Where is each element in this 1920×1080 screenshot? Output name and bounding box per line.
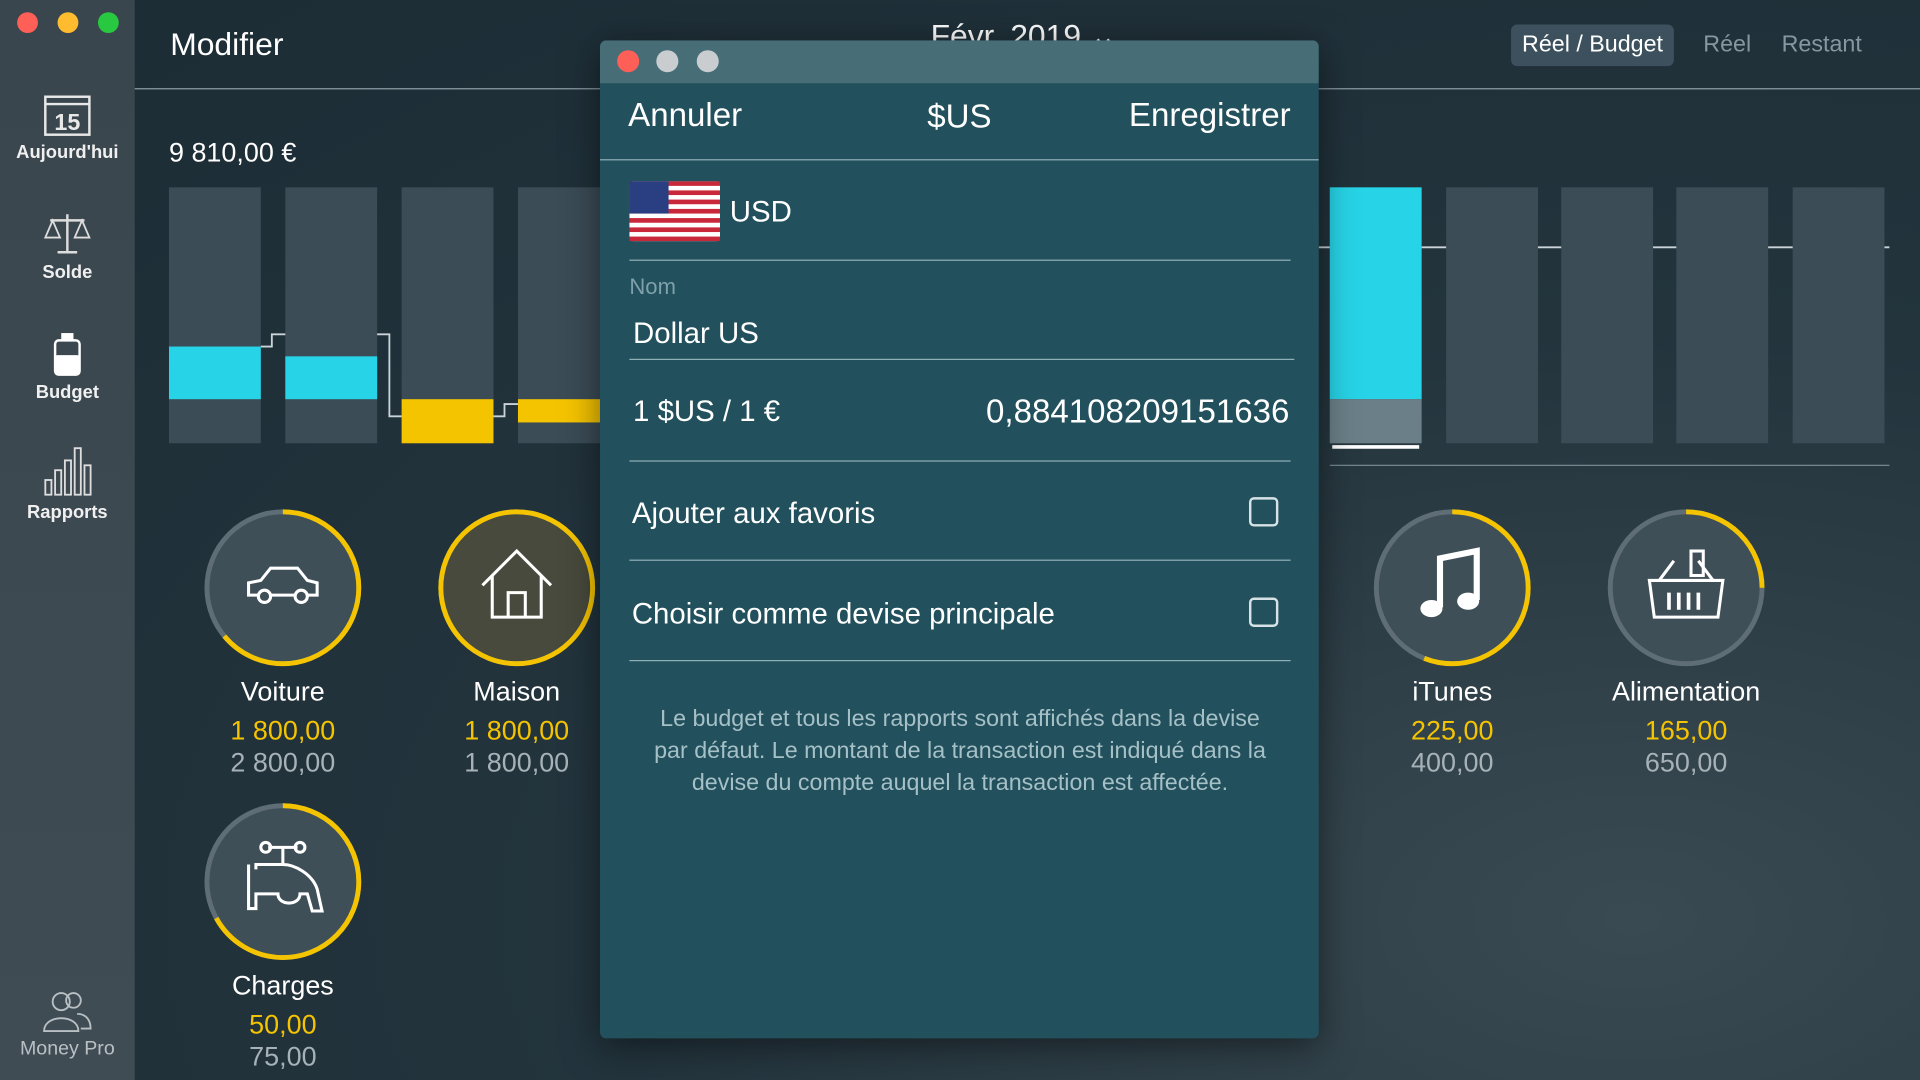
- category-item[interactable]: Alimentation 165,00 650,00: [1576, 666, 1796, 779]
- category-budget: 75,00: [249, 1040, 317, 1072]
- category-actual: 225,00: [1411, 715, 1494, 746]
- category-budget: 1 800,00: [464, 746, 570, 778]
- divider: [629, 460, 1291, 462]
- category-actual: 50,00: [249, 1008, 317, 1040]
- favorites-label: Ajouter aux favoris: [631, 497, 876, 531]
- category-item[interactable]: Maison 1 800,00 1 800,00: [407, 666, 627, 779]
- budget-bar-fill: [168, 346, 261, 400]
- category-budget: 650,00: [1644, 746, 1728, 778]
- category-name: Charges: [231, 969, 334, 1001]
- dialog-close-button[interactable]: [617, 50, 640, 73]
- sidebar-item-label: Rapports: [27, 502, 108, 523]
- name-label: Nom: [629, 274, 676, 299]
- budget-bar[interactable]: [1446, 187, 1538, 444]
- budget-bar-fill: [517, 399, 601, 423]
- name-input[interactable]: Dollar US: [629, 317, 1295, 361]
- budget-bar[interactable]: [401, 187, 494, 444]
- budget-bar[interactable]: [285, 187, 378, 444]
- budget-bar-fill: [401, 399, 494, 444]
- dialog-zoom-button[interactable]: [696, 50, 719, 73]
- category-name: Alimentation: [1611, 675, 1761, 707]
- category-progress-ring[interactable]: [197, 796, 368, 967]
- budget-bar[interactable]: [517, 187, 601, 444]
- category-progress-ring[interactable]: [1600, 502, 1771, 673]
- budget-bar-remaining: [1329, 399, 1422, 444]
- main-currency-label: Choisir comme devise principale: [631, 597, 1055, 631]
- currency-picker[interactable]: [629, 181, 721, 247]
- divider: [600, 159, 1319, 161]
- category-actual: 1 800,00: [230, 715, 336, 746]
- rate-input[interactable]: 0,884108209151636: [986, 393, 1289, 431]
- favorites-checkbox[interactable]: [1248, 497, 1279, 527]
- budget-bar[interactable]: [1561, 187, 1654, 444]
- rate-label: 1 $US / 1 €: [633, 395, 781, 429]
- category-progress-ring[interactable]: [431, 502, 602, 673]
- money-pro-button[interactable]: Money Pro: [0, 989, 135, 1060]
- budget-bar[interactable]: [1329, 187, 1422, 444]
- category-item[interactable]: iTunes 225,00 400,00: [1342, 666, 1562, 779]
- save-button[interactable]: Enregistrer: [1129, 97, 1291, 135]
- budget-bar-fill: [285, 356, 378, 400]
- currency-code: USD: [729, 195, 792, 229]
- budget-bar-fill: [1329, 187, 1422, 400]
- category-name: Maison: [473, 675, 561, 707]
- dialog-titlebar: [600, 40, 1319, 84]
- dialog-minimize-button[interactable]: [656, 50, 679, 73]
- category-item[interactable]: Voiture 1 800,00 2 800,00: [173, 666, 393, 779]
- currency-dialog: Annuler $US Enregistrer USD Nom Dollar U…: [600, 40, 1319, 1039]
- category-budget: 2 800,00: [230, 746, 336, 778]
- category-item[interactable]: Charges 50,00 75,00: [173, 960, 393, 1073]
- budget-bar[interactable]: [1676, 187, 1769, 444]
- category-actual: 165,00: [1644, 715, 1728, 746]
- category-budget: 400,00: [1411, 746, 1494, 778]
- category-name: iTunes: [1412, 675, 1493, 707]
- app-window: 15 Aujourd'hui Solde Budget Rapports Mon…: [0, 0, 1920, 1080]
- footer-label: Money Pro: [19, 1038, 115, 1060]
- budget-bar[interactable]: [1792, 187, 1885, 444]
- divider: [629, 559, 1291, 561]
- category-actual: 1 800,00: [464, 715, 570, 746]
- category-progress-ring[interactable]: [197, 502, 368, 673]
- info-text: Le budget et tous les rapports sont affi…: [654, 706, 1266, 796]
- main-currency-checkbox[interactable]: [1248, 597, 1279, 627]
- category-progress-ring[interactable]: [1367, 502, 1538, 673]
- users-icon: [43, 992, 92, 1032]
- us-flag-icon: [629, 181, 721, 242]
- divider: [629, 660, 1291, 662]
- divider: [629, 259, 1291, 261]
- category-name: Voiture: [240, 675, 325, 707]
- budget-bar[interactable]: [168, 187, 261, 444]
